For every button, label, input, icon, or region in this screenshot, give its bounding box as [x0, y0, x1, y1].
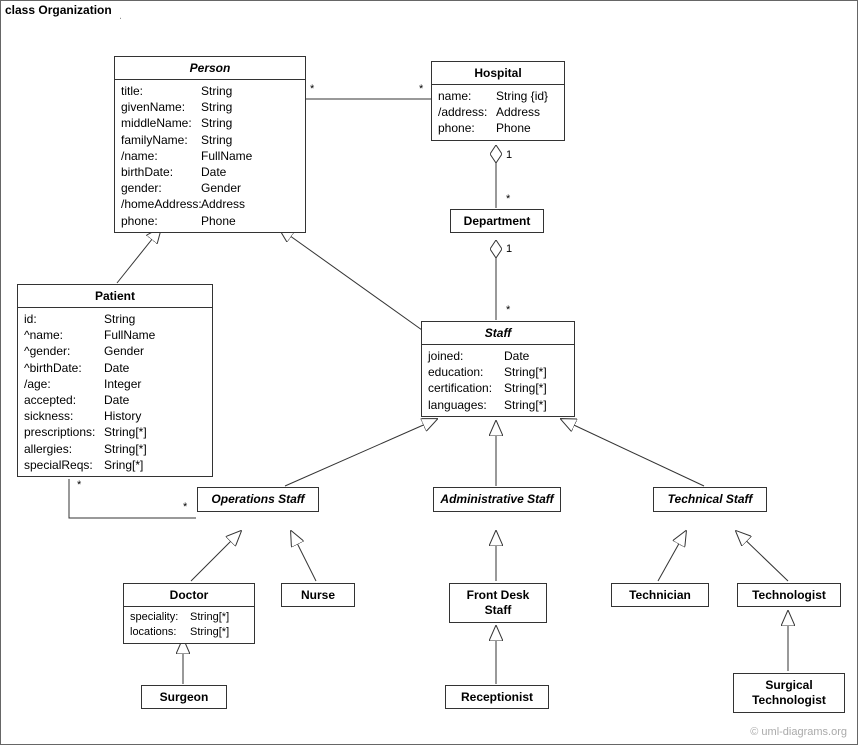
class-title: Person: [115, 57, 305, 80]
mult-hospital-side: *: [419, 83, 423, 95]
class-attributes: id:String ^name:FullName ^gender:Gender …: [18, 308, 212, 476]
class-title: Surgical Technologist: [734, 674, 844, 712]
class-title: Nurse: [282, 584, 354, 606]
class-receptionist: Receptionist: [445, 685, 549, 709]
uml-frame: class Organization: [0, 0, 858, 745]
class-title: Front Desk Staff: [450, 584, 546, 622]
class-title: Technologist: [738, 584, 840, 606]
class-title: Staff: [422, 322, 574, 345]
mult-patient-star: *: [77, 479, 81, 491]
mult-ops-star: *: [183, 501, 187, 513]
class-title: Patient: [18, 285, 212, 308]
class-title: Receptionist: [446, 686, 548, 708]
class-surgeon: Surgeon: [141, 685, 227, 709]
class-attributes: speciality:String[*] locations:String[*]: [124, 607, 254, 643]
class-attributes: title:String givenName:String middleName…: [115, 80, 305, 232]
class-administrative-staff: Administrative Staff: [433, 487, 561, 512]
class-title: Technician: [612, 584, 708, 606]
mult-hosp-1: 1: [506, 149, 512, 161]
class-technician: Technician: [611, 583, 709, 607]
class-title: Administrative Staff: [434, 488, 560, 511]
mult-dept-star: *: [506, 193, 510, 205]
class-title: Operations Staff: [198, 488, 318, 511]
class-patient: Patient id:String ^name:FullName ^gender…: [17, 284, 213, 477]
class-attributes: name:String {id} /address:Address phone:…: [432, 85, 564, 140]
class-department: Department: [450, 209, 544, 233]
mult-dept-1: 1: [506, 243, 512, 255]
class-attributes: joined:Date education:String[*] certific…: [422, 345, 574, 416]
class-title: Department: [451, 210, 543, 232]
class-surgical-technologist: Surgical Technologist: [733, 673, 845, 713]
mult-person-side: *: [310, 83, 314, 95]
class-title: Surgeon: [142, 686, 226, 708]
class-staff: Staff joined:Date education:String[*] ce…: [421, 321, 575, 417]
class-front-desk-staff: Front Desk Staff: [449, 583, 547, 623]
class-title: Technical Staff: [654, 488, 766, 511]
class-nurse: Nurse: [281, 583, 355, 607]
class-title: Hospital: [432, 62, 564, 85]
class-title: Doctor: [124, 584, 254, 607]
class-technologist: Technologist: [737, 583, 841, 607]
class-person: Person title:String givenName:String mid…: [114, 56, 306, 233]
class-hospital: Hospital name:String {id} /address:Addre…: [431, 61, 565, 141]
watermark: © uml-diagrams.org: [750, 726, 847, 738]
frame-title: class Organization: [5, 3, 112, 17]
frame-title-tab: class Organization: [0, 0, 121, 19]
class-doctor: Doctor speciality:String[*] locations:St…: [123, 583, 255, 644]
mult-staff-star: *: [506, 304, 510, 316]
class-technical-staff: Technical Staff: [653, 487, 767, 512]
class-operations-staff: Operations Staff: [197, 487, 319, 512]
